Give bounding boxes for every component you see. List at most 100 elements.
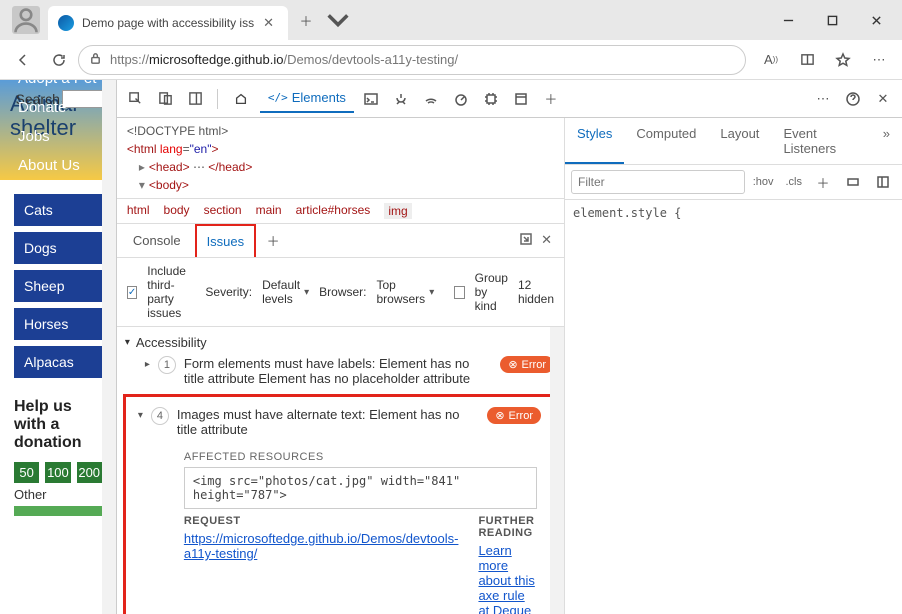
- animal-link[interactable]: Alpacas: [14, 346, 102, 378]
- donation-amount[interactable]: 50: [14, 462, 39, 483]
- tab-network-icon[interactable]: [418, 86, 444, 112]
- breadcrumb[interactable]: htmlbodysectionmainarticle#horsesimg: [117, 198, 564, 224]
- page-content: Animalshelter Search Home Adopt a Pet Do…: [0, 80, 116, 614]
- drawer-tab-issues[interactable]: Issues: [195, 224, 257, 257]
- other-label: Other: [14, 487, 47, 502]
- window-titlebar: Demo page with accessibility iss ✕ ＋: [0, 0, 902, 40]
- tab-memory-icon[interactable]: [478, 86, 504, 112]
- nav-jobs[interactable]: Jobs: [8, 124, 60, 149]
- more-tabs-button[interactable]: ＋: [538, 86, 564, 112]
- browser-label: Browser:: [319, 285, 366, 299]
- tab-application-icon[interactable]: [508, 86, 534, 112]
- drawer-tabs: Console Issues ＋ ✕: [117, 224, 564, 258]
- issues-scrollbar[interactable]: [550, 327, 564, 614]
- tab-sources-icon[interactable]: [388, 86, 414, 112]
- styles-tab[interactable]: Styles: [565, 118, 624, 164]
- close-window-button[interactable]: [854, 4, 898, 36]
- severity-label: Severity:: [205, 285, 252, 299]
- drawer-tab-console[interactable]: Console: [123, 225, 191, 256]
- expand-icon[interactable]: [519, 232, 533, 249]
- animal-link[interactable]: Cats: [14, 194, 102, 226]
- tab-elements[interactable]: </> Elements: [260, 84, 354, 113]
- devtools-menu[interactable]: ⋯: [810, 86, 836, 112]
- styles-filter-input[interactable]: [571, 170, 745, 194]
- reader-icon[interactable]: [790, 43, 824, 77]
- category-accessibility[interactable]: ▾Accessibility: [121, 333, 560, 352]
- include-checkbox[interactable]: ✓: [127, 286, 137, 299]
- error-badge: Error: [487, 407, 541, 424]
- dom-tree[interactable]: <!DOCTYPE html> <html lang="en"> ▸<head>…: [117, 118, 564, 198]
- new-tab-button[interactable]: ＋: [292, 6, 320, 34]
- devtools: </> Elements ＋ ⋯ ✕ <!DOCTYPE html> <html…: [116, 80, 902, 614]
- donation-amount[interactable]: 100: [45, 462, 70, 483]
- request-link[interactable]: https://microsoftedge.github.io/Demos/de…: [184, 531, 459, 561]
- profile-avatar[interactable]: [12, 6, 40, 34]
- include-label: Include third-party issues: [147, 264, 195, 320]
- affected-label: AFFECTED RESOURCES: [134, 445, 547, 465]
- flex-icon[interactable]: [840, 169, 866, 195]
- read-aloud-icon[interactable]: A)): [754, 43, 788, 77]
- site-nav: Home Adopt a Pet Donate Jobs About Us: [0, 80, 116, 180]
- more-subtabs[interactable]: »: [871, 118, 902, 164]
- hidden-count[interactable]: 12 hidden: [518, 278, 554, 306]
- address-bar: https://microsoftedge.github.io/Demos/de…: [0, 40, 902, 80]
- menu-button[interactable]: ⋯: [862, 43, 896, 77]
- error-badge: Error: [500, 356, 554, 373]
- events-tab[interactable]: Event Listeners: [771, 118, 870, 164]
- layout-tab[interactable]: Layout: [708, 118, 771, 164]
- url-text: https://microsoftedge.github.io/Demos/de…: [110, 52, 735, 67]
- issues-toolbar: ✓ Include third-party issues Severity: D…: [117, 258, 564, 327]
- tab-actions-button[interactable]: [324, 6, 352, 34]
- tab-console-icon[interactable]: [358, 86, 384, 112]
- computed-icon[interactable]: [870, 169, 896, 195]
- styles-panel: Styles Computed Layout Event Listeners »…: [564, 118, 902, 614]
- dock-icon[interactable]: [183, 86, 209, 112]
- cls-toggle[interactable]: .cls: [782, 174, 807, 190]
- browser-tab[interactable]: Demo page with accessibility iss ✕: [48, 6, 288, 40]
- tab-performance-icon[interactable]: [448, 86, 474, 112]
- further-label: FURTHER READING: [478, 515, 537, 539]
- issues-list: ▾Accessibility ▸ 1 Form elements must ha…: [117, 327, 564, 614]
- lock-icon: [89, 52, 102, 68]
- page-scrollbar[interactable]: [102, 80, 116, 614]
- drawer-more-button[interactable]: ＋: [260, 228, 286, 254]
- style-rule[interactable]: element.style {: [565, 200, 902, 226]
- device-icon[interactable]: [153, 86, 179, 112]
- nav-donate[interactable]: Donate: [8, 95, 76, 120]
- devtools-toolbar: </> Elements ＋ ⋯ ✕: [117, 80, 902, 118]
- severity-dropdown[interactable]: Default levels: [262, 278, 309, 306]
- affected-resource[interactable]: <img src="photos/cat.jpg" width="841" he…: [184, 467, 537, 509]
- nav-about[interactable]: About Us: [8, 153, 90, 178]
- close-drawer-icon[interactable]: ✕: [541, 232, 552, 249]
- minimize-button[interactable]: [766, 4, 810, 36]
- progress-bar: [14, 506, 102, 516]
- new-style-button[interactable]: ＋: [810, 169, 836, 195]
- hov-toggle[interactable]: :hov: [749, 174, 778, 190]
- help-icon[interactable]: [840, 86, 866, 112]
- issue-row-expanded: ▾ 4 Images must have alternate text: Ele…: [123, 394, 558, 614]
- donation-heading: Help us with a donation: [0, 398, 116, 452]
- animal-link[interactable]: Horses: [14, 308, 102, 340]
- computed-tab[interactable]: Computed: [624, 118, 708, 164]
- refresh-button[interactable]: [42, 43, 76, 77]
- animal-link[interactable]: Dogs: [14, 232, 102, 264]
- issue-row[interactable]: ▸ 1 Form elements must have labels: Elem…: [121, 352, 560, 394]
- animal-link[interactable]: Sheep: [14, 270, 102, 302]
- maximize-button[interactable]: [810, 4, 854, 36]
- inspect-icon[interactable]: [123, 86, 149, 112]
- nav-adopt[interactable]: Adopt a Pet: [8, 80, 106, 91]
- group-label: Group by kind: [475, 271, 508, 313]
- request-label: REQUEST: [184, 515, 459, 527]
- back-button[interactable]: [6, 43, 40, 77]
- favorite-icon[interactable]: [826, 43, 860, 77]
- donation-amount[interactable]: 200: [77, 462, 102, 483]
- further-link[interactable]: Learn more about this axe rule at Deque …: [478, 543, 535, 614]
- edge-icon: [58, 15, 74, 31]
- close-devtools-button[interactable]: ✕: [870, 86, 896, 112]
- tab-welcome[interactable]: [226, 86, 256, 112]
- group-checkbox[interactable]: ✓: [454, 286, 464, 299]
- close-tab-icon[interactable]: ✕: [259, 15, 278, 31]
- tab-title: Demo page with accessibility iss: [82, 16, 259, 30]
- browser-dropdown[interactable]: Top browsers: [377, 278, 435, 306]
- url-field[interactable]: https://microsoftedge.github.io/Demos/de…: [78, 45, 746, 75]
